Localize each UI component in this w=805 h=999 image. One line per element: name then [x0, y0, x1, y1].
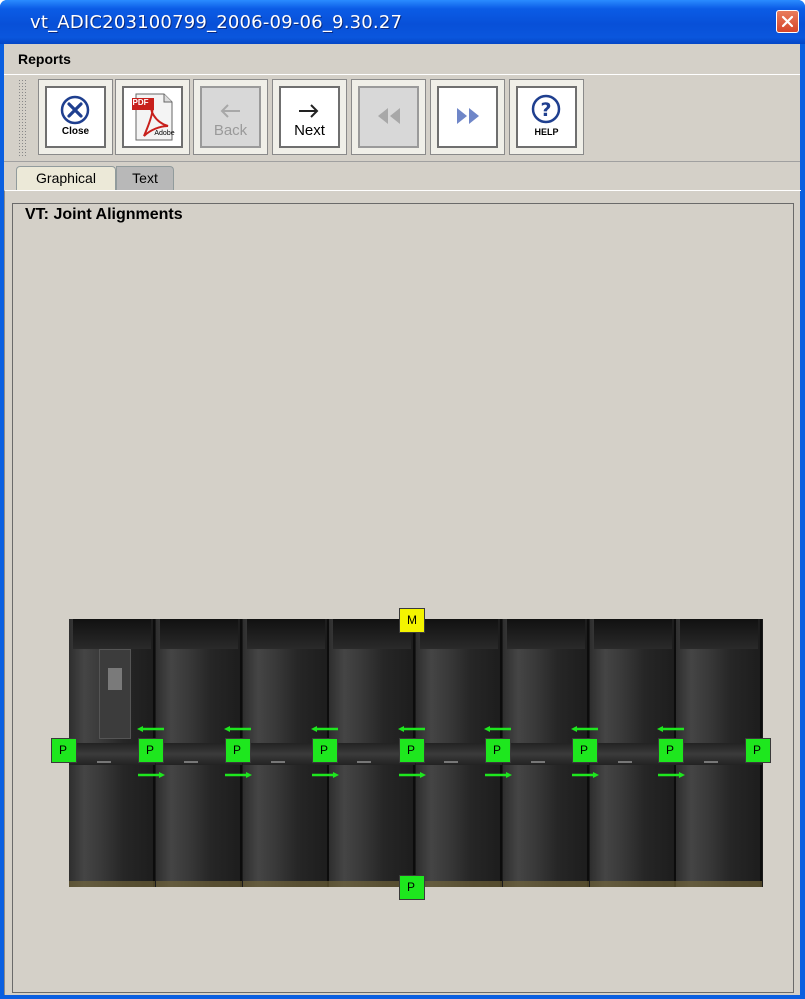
- next-button[interactable]: Next: [272, 79, 347, 155]
- cabinet-nameplate: [530, 761, 545, 763]
- pdf-document-icon: [132, 93, 173, 141]
- joint-pass-marker[interactable]: P: [572, 738, 598, 763]
- group-title: VT: Joint Alignments: [23, 206, 185, 224]
- first-page-button[interactable]: [351, 79, 426, 155]
- menu-reports[interactable]: Reports: [18, 51, 71, 67]
- joint-pass-marker[interactable]: P: [399, 738, 425, 763]
- alignment-arrow-right: [571, 772, 599, 778]
- window-close-button[interactable]: [776, 10, 799, 33]
- next-button-face: Next: [279, 86, 340, 148]
- cabinet-nameplate: [270, 761, 285, 763]
- help-button-label: HELP: [534, 127, 559, 137]
- close-button-label: Close: [61, 126, 90, 137]
- toolbar-grip[interactable]: [18, 79, 28, 157]
- tab-strip: Graphical Text: [4, 162, 800, 190]
- cabinet-nameplate: [183, 761, 198, 763]
- pdf-button-face: PDF Adobe: [122, 86, 183, 148]
- cabinet-base: [676, 881, 763, 887]
- last-page-button-face: [437, 86, 498, 148]
- menu-bar: Reports: [4, 44, 800, 74]
- window-title: vt_ADIC203100799_2006-09-06_9.30.27: [30, 12, 403, 33]
- joint-pass-marker[interactable]: P: [138, 738, 164, 763]
- alignment-arrow-right: [137, 772, 165, 778]
- alignment-arrow-right: [657, 772, 685, 778]
- window-client: Reports Close PDF Adobe Back Next ? HELP…: [4, 44, 801, 995]
- close-icon: [781, 15, 794, 28]
- alignment-arrow-left: [311, 726, 339, 732]
- title-bar[interactable]: vt_ADIC203100799_2006-09-06_9.30.27: [0, 0, 805, 44]
- pdf-badge: PDF: [132, 98, 149, 107]
- help-circle-icon: ?: [531, 94, 561, 124]
- close-circle-icon: [60, 95, 90, 125]
- joint-pass-marker[interactable]: P: [51, 738, 77, 763]
- first-page-button-face: [358, 86, 419, 148]
- pdf-button-label: Adobe: [154, 130, 175, 137]
- alignment-arrow-left: [484, 726, 512, 732]
- joint-pass-marker[interactable]: P: [225, 738, 251, 763]
- report-window: vt_ADIC203100799_2006-09-06_9.30.27 Repo…: [0, 0, 805, 999]
- motion-marker[interactable]: M: [399, 608, 425, 633]
- help-button-face: ? HELP: [516, 86, 577, 148]
- tab-graphical[interactable]: Graphical: [16, 166, 116, 190]
- svg-text:?: ?: [540, 99, 551, 121]
- tab-text[interactable]: Text: [116, 166, 174, 190]
- cabinet-base: [155, 881, 242, 887]
- close-report-button[interactable]: Close: [38, 79, 113, 155]
- cabinet-base: [502, 881, 589, 887]
- cabinet-base: [69, 881, 155, 887]
- alignment-arrow-left: [224, 726, 252, 732]
- joint-pass-marker[interactable]: P: [312, 738, 338, 763]
- pdf-export-button[interactable]: PDF Adobe: [115, 79, 190, 155]
- cabinet-base: [242, 881, 329, 887]
- help-button[interactable]: ? HELP: [509, 79, 584, 155]
- back-button[interactable]: Back: [193, 79, 268, 155]
- control-panel-screen: [108, 668, 122, 690]
- joint-pass-marker[interactable]: P: [745, 738, 771, 763]
- joint-pass-marker[interactable]: P: [485, 738, 511, 763]
- alignment-arrow-left: [137, 726, 165, 732]
- cabinet-nameplate: [444, 761, 458, 763]
- graphical-panel: VT: Joint Alignments M P P P P P P P P P P: [4, 190, 801, 995]
- close-button-face: Close: [45, 86, 106, 148]
- alignment-arrow-right: [484, 772, 512, 778]
- bottom-pass-marker[interactable]: P: [399, 875, 425, 900]
- joint-alignments-group: VT: Joint Alignments M P P P P P P P P P P: [12, 203, 794, 993]
- rewind-icon: [378, 108, 400, 124]
- alignment-arrow-right: [398, 772, 426, 778]
- back-button-label: Back: [213, 122, 248, 139]
- alignment-arrow-left: [398, 726, 426, 732]
- cabinet-nameplate: [357, 761, 372, 763]
- cabinet-nameplate: [617, 761, 632, 763]
- next-button-label: Next: [294, 122, 325, 139]
- cabinet-nameplate: [704, 761, 719, 763]
- alignment-arrow-left: [657, 726, 685, 732]
- fast-forward-icon: [457, 108, 479, 124]
- control-panel: [99, 649, 131, 739]
- alignment-arrow-right: [311, 772, 339, 778]
- cabinet-base: [589, 881, 676, 887]
- joint-pass-marker[interactable]: P: [658, 738, 684, 763]
- cabinet-base: [416, 881, 502, 887]
- toolbar: Close PDF Adobe Back Next ? HELP: [4, 74, 800, 162]
- alignment-arrow-left: [571, 726, 599, 732]
- last-page-button[interactable]: [430, 79, 505, 155]
- back-button-face: Back: [200, 86, 261, 148]
- cabinet-nameplate: [97, 761, 111, 763]
- alignment-arrow-right: [224, 772, 252, 778]
